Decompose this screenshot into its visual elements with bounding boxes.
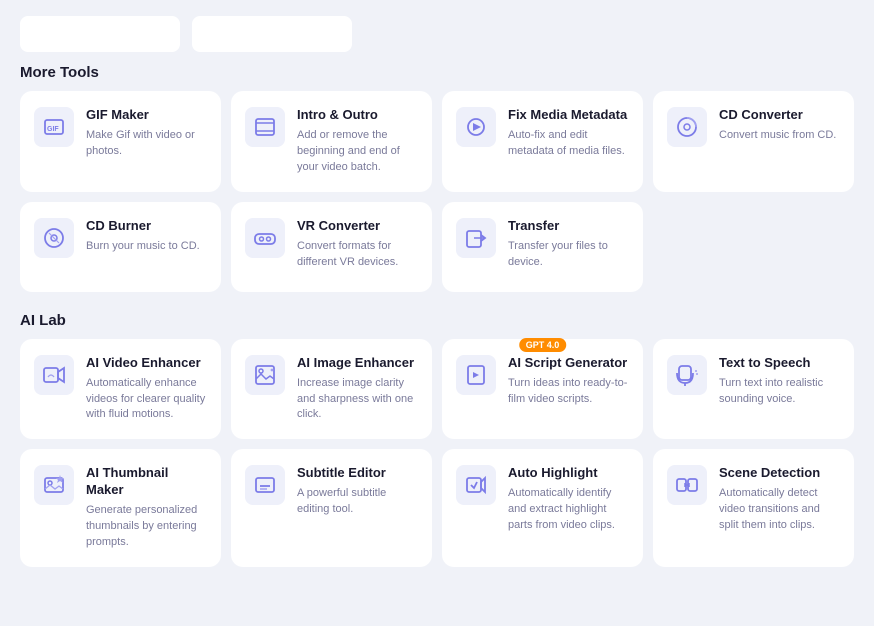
tool-info: Transfer Transfer your files to device. — [508, 218, 629, 271]
tool-name: AI Image Enhancer — [297, 355, 418, 372]
tool-card-ai-script-generator[interactable]: GPT 4.0 AI Script Generator Turn ideas i… — [442, 339, 643, 440]
tool-name: AI Thumbnail Maker — [86, 465, 207, 499]
tool-info: Fix Media Metadata Auto-fix and edit met… — [508, 107, 629, 160]
tool-name: Scene Detection — [719, 465, 840, 482]
tool-desc: Convert formats for different VR devices… — [297, 239, 418, 271]
subtitle-icon — [245, 465, 285, 505]
tool-name: Intro & Outro — [297, 107, 418, 124]
gif-icon: GIF — [34, 107, 74, 147]
transfer-icon — [456, 218, 496, 258]
metadata-icon — [456, 107, 496, 147]
tool-card-gif-maker[interactable]: GIF GIF Maker Make Gif with video or pho… — [20, 91, 221, 192]
tool-name: AI Video Enhancer — [86, 355, 207, 372]
tool-card-auto-highlight[interactable]: Auto Highlight Automatically identify an… — [442, 449, 643, 567]
tool-desc: Auto-fix and edit metadata of media file… — [508, 128, 629, 160]
tool-card-ai-image-enhancer[interactable]: AI Image Enhancer Increase image clarity… — [231, 339, 432, 440]
ai-video-icon — [34, 355, 74, 395]
tool-name: Text to Speech — [719, 355, 840, 372]
tool-name: Auto Highlight — [508, 465, 629, 482]
ai-script-icon — [456, 355, 496, 395]
tool-info: Intro & Outro Add or remove the beginnin… — [297, 107, 418, 176]
ai-lab-label: AI Lab — [0, 312, 874, 339]
tool-desc: Transfer your files to device. — [508, 239, 629, 271]
tool-desc: Automatically identify and extract highl… — [508, 486, 629, 534]
tool-info: Subtitle Editor A powerful subtitle edit… — [297, 465, 418, 518]
tool-name: GIF Maker — [86, 107, 207, 124]
top-bar-button-2[interactable] — [192, 16, 352, 52]
top-bar — [0, 0, 874, 64]
tool-info: Text to Speech Turn text into realistic … — [719, 355, 840, 408]
tool-name: CD Burner — [86, 218, 207, 235]
tool-desc: Turn ideas into ready-to-film video scri… — [508, 376, 629, 408]
tool-desc: Convert music from CD. — [719, 128, 840, 144]
ai-image-icon — [245, 355, 285, 395]
tool-card-text-to-speech[interactable]: Text to Speech Turn text into realistic … — [653, 339, 854, 440]
tool-card-scene-detection[interactable]: Scene Detection Automatically detect vid… — [653, 449, 854, 567]
tool-desc: Burn your music to CD. — [86, 239, 207, 255]
tool-info: AI Script Generator Turn ideas into read… — [508, 355, 629, 408]
tool-info: Auto Highlight Automatically identify an… — [508, 465, 629, 534]
tool-info: VR Converter Convert formats for differe… — [297, 218, 418, 271]
tool-card-cd-converter[interactable]: CD Converter Convert music from CD. — [653, 91, 854, 192]
tool-card-vr-converter[interactable]: VR Converter Convert formats for differe… — [231, 202, 432, 292]
tool-name: Subtitle Editor — [297, 465, 418, 482]
tool-card-ai-video-enhancer[interactable]: AI Video Enhancer Automatically enhance … — [20, 339, 221, 440]
ai-lab-grid: AI Video Enhancer Automatically enhance … — [0, 339, 874, 583]
tool-card-subtitle-editor[interactable]: Subtitle Editor A powerful subtitle edit… — [231, 449, 432, 567]
tool-info: AI Image Enhancer Increase image clarity… — [297, 355, 418, 424]
tool-desc: Add or remove the beginning and end of y… — [297, 128, 418, 176]
svg-text:GIF: GIF — [47, 126, 59, 133]
tool-desc: Make Gif with video or photos. — [86, 128, 207, 160]
cd-icon — [667, 107, 707, 147]
tool-desc: Generate personalized thumbnails by ente… — [86, 503, 207, 551]
tool-info: GIF Maker Make Gif with video or photos. — [86, 107, 207, 160]
more-tools-grid: GIF GIF Maker Make Gif with video or pho… — [0, 91, 874, 308]
tool-desc: Automatically detect video transitions a… — [719, 486, 840, 534]
tool-card-ai-thumbnail-maker[interactable]: AI Thumbnail Maker Generate personalized… — [20, 449, 221, 567]
scene-icon — [667, 465, 707, 505]
tool-name: Fix Media Metadata — [508, 107, 629, 124]
burner-icon — [34, 218, 74, 258]
tool-desc: Increase image clarity and sharpness wit… — [297, 376, 418, 424]
thumbnail-icon — [34, 465, 74, 505]
ai-lab-section: AI Lab AI Video Enhancer Automatically e… — [0, 312, 874, 583]
more-tools-section: More Tools GIF GIF Maker Make Gif with v… — [0, 64, 874, 308]
tool-name: CD Converter — [719, 107, 840, 124]
tool-name: Transfer — [508, 218, 629, 235]
tool-info: AI Video Enhancer Automatically enhance … — [86, 355, 207, 424]
tool-info: AI Thumbnail Maker Generate personalized… — [86, 465, 207, 551]
tool-card-intro-outro[interactable]: Intro & Outro Add or remove the beginnin… — [231, 91, 432, 192]
tool-desc: Automatically enhance videos for clearer… — [86, 376, 207, 424]
tool-desc: A powerful subtitle editing tool. — [297, 486, 418, 518]
more-tools-label: More Tools — [0, 64, 874, 91]
tool-card-cd-burner[interactable]: CD Burner Burn your music to CD. — [20, 202, 221, 292]
tool-info: Scene Detection Automatically detect vid… — [719, 465, 840, 534]
tool-name: VR Converter — [297, 218, 418, 235]
tts-icon — [667, 355, 707, 395]
gpt-badge: GPT 4.0 — [519, 338, 567, 352]
tool-desc: Turn text into realistic sounding voice. — [719, 376, 840, 408]
top-bar-button-1[interactable] — [20, 16, 180, 52]
tool-card-fix-media-metadata[interactable]: Fix Media Metadata Auto-fix and edit met… — [442, 91, 643, 192]
vr-icon — [245, 218, 285, 258]
tool-name: AI Script Generator — [508, 355, 629, 372]
intro-icon — [245, 107, 285, 147]
tool-info: CD Converter Convert music from CD. — [719, 107, 840, 144]
tool-info: CD Burner Burn your music to CD. — [86, 218, 207, 255]
tool-card-transfer[interactable]: Transfer Transfer your files to device. — [442, 202, 643, 292]
highlight-icon — [456, 465, 496, 505]
